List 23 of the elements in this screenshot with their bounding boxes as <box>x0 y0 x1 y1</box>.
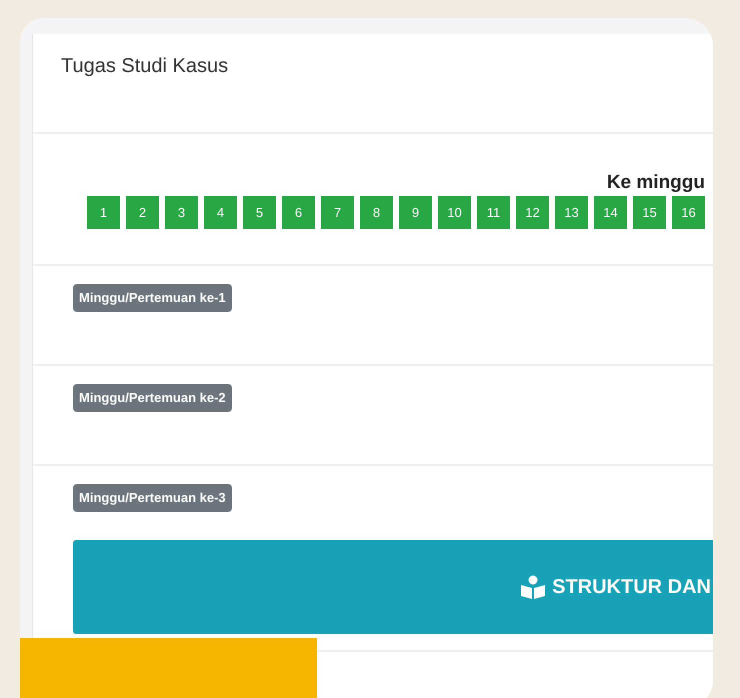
week-button[interactable]: 16 <box>672 196 705 229</box>
card-title: Tugas Studi Kasus <box>61 54 228 79</box>
week-button[interactable]: 8 <box>360 196 393 229</box>
reader-icon <box>520 575 546 599</box>
week-button[interactable]: 6 <box>282 196 315 229</box>
week-button[interactable]: 3 <box>165 196 198 229</box>
week-button[interactable]: 15 <box>633 196 666 229</box>
week-button[interactable]: 2 <box>126 196 159 229</box>
week-button[interactable]: 14 <box>594 196 627 229</box>
structure-button[interactable]: STRUKTUR DAN <box>73 540 713 634</box>
week-button[interactable]: 9 <box>399 196 432 229</box>
week-button[interactable]: 1 <box>87 196 120 229</box>
week-badge: Minggu/Pertemuan ke-3 <box>73 484 232 512</box>
week-button[interactable]: 5 <box>243 196 276 229</box>
week-nav-label: Ke minggu <box>606 172 705 194</box>
week-button[interactable]: 10 <box>438 196 471 229</box>
week-badge: Minggu/Pertemuan ke-1 <box>73 284 232 312</box>
week-button[interactable]: 12 <box>516 196 549 229</box>
week-button[interactable]: 4 <box>204 196 237 229</box>
week-button[interactable]: 7 <box>321 196 354 229</box>
week-button[interactable]: 13 <box>555 196 588 229</box>
week-badge: Minggu/Pertemuan ke-2 <box>73 384 232 412</box>
week-button[interactable]: 11 <box>477 196 510 229</box>
